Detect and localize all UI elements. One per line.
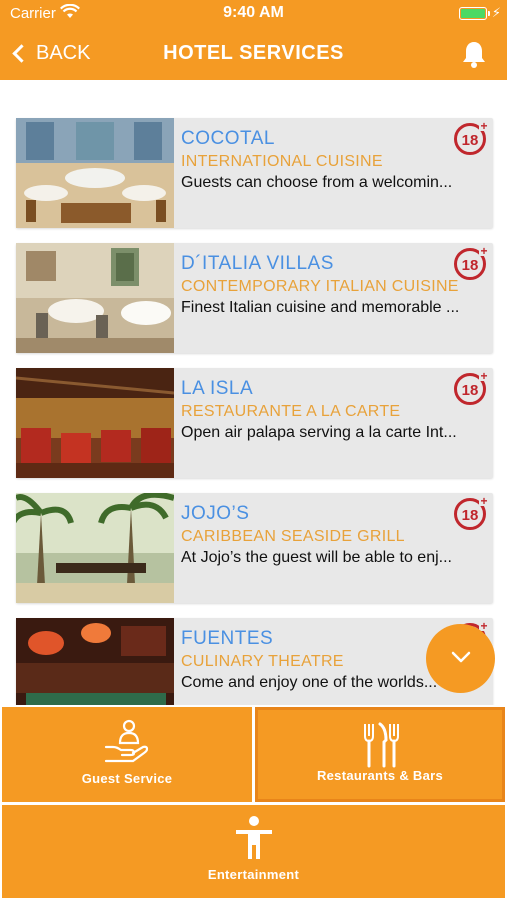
restaurant-description: Finest Italian cuisine and memorable ... — [181, 299, 460, 316]
restaurant-card[interactable]: COCOTAL INTERNATIONAL CUISINE Guests can… — [16, 118, 493, 228]
svg-text:+: + — [480, 495, 487, 508]
restaurant-photo — [16, 118, 174, 228]
restaurant-cuisine: INTERNATIONAL CUISINE — [181, 153, 383, 170]
age-18-plus-icon: 18 + — [453, 494, 489, 536]
restaurant-photo — [16, 493, 174, 603]
restaurant-list: COCOTAL INTERNATIONAL CUISINE Guests can… — [16, 118, 493, 743]
status-bar: Carrier 9:40 AM ⚡ — [0, 0, 507, 28]
tab-restaurants-bars[interactable]: Restaurants & Bars — [255, 707, 505, 802]
restaurant-photo — [16, 243, 174, 353]
restaurant-photo — [16, 368, 174, 478]
bell-icon[interactable] — [461, 40, 487, 73]
age-18-plus-icon: 18 + — [453, 244, 489, 286]
svg-text:+: + — [480, 370, 487, 383]
svg-text:18: 18 — [462, 132, 479, 149]
tab-label: Entertainment — [207, 867, 300, 882]
top-bar: Carrier 9:40 AM ⚡ BACK HOTEL SERVICES — [0, 0, 507, 80]
tab-label: Guest Service — [81, 771, 173, 786]
tab-label: Restaurants & Bars — [316, 768, 444, 783]
svg-text:18: 18 — [462, 382, 479, 399]
restaurant-card[interactable]: LA ISLA RESTAURANTE A LA CARTE Open air … — [16, 368, 493, 478]
restaurant-name: LA ISLA — [181, 378, 254, 399]
svg-text:18: 18 — [462, 257, 479, 274]
restaurant-cuisine: RESTAURANTE A LA CARTE — [181, 403, 401, 420]
restaurant-cuisine: CULINARY THEATRE — [181, 653, 344, 670]
scroll-down-button[interactable] — [426, 624, 495, 693]
restaurant-card[interactable]: D´ITALIA VILLAS CONTEMPORARY ITALIAN CUI… — [16, 243, 493, 353]
restaurant-name: D´ITALIA VILLAS — [181, 253, 334, 274]
restaurant-card[interactable]: JOJO’S CARIBBEAN SEASIDE GRILL At Jojo’s… — [16, 493, 493, 603]
restaurant-description: Open air palapa serving a la carte Int..… — [181, 424, 457, 441]
tab-guest-service[interactable]: Guest Service — [2, 707, 252, 802]
restaurant-cuisine: CARIBBEAN SEASIDE GRILL — [181, 528, 405, 545]
person-icon — [2, 815, 505, 861]
svg-text:+: + — [480, 120, 487, 133]
svg-text:+: + — [480, 245, 487, 258]
battery-tip — [488, 11, 490, 16]
restaurant-name: FUENTES — [181, 628, 274, 649]
restaurant-description: At Jojo’s the guest will be able to enj.… — [181, 549, 452, 566]
page-title: HOTEL SERVICES — [163, 42, 344, 64]
restaurant-cuisine: CONTEMPORARY ITALIAN CUISINE — [181, 278, 459, 295]
restaurant-description: Guests can choose from a welcomin... — [181, 174, 453, 191]
battery-icon — [459, 7, 487, 20]
bottom-menu: Guest Service Restaurants & Bars Enterta… — [0, 705, 507, 900]
age-18-plus-icon: 18 + — [453, 119, 489, 161]
restaurant-name: JOJO’S — [181, 503, 250, 524]
tab-entertainment[interactable]: Entertainment — [2, 805, 505, 898]
nav-header: BACK HOTEL SERVICES — [0, 28, 507, 80]
age-18-plus-icon: 18 + — [453, 369, 489, 411]
clock: 9:40 AM — [223, 4, 284, 21]
cutlery-icon — [258, 722, 502, 768]
chevron-down-icon — [451, 650, 471, 668]
hand-person-icon — [2, 717, 252, 765]
svg-text:18: 18 — [462, 507, 479, 524]
restaurant-name: COCOTAL — [181, 128, 275, 149]
charging-icon: ⚡ — [491, 5, 501, 20]
